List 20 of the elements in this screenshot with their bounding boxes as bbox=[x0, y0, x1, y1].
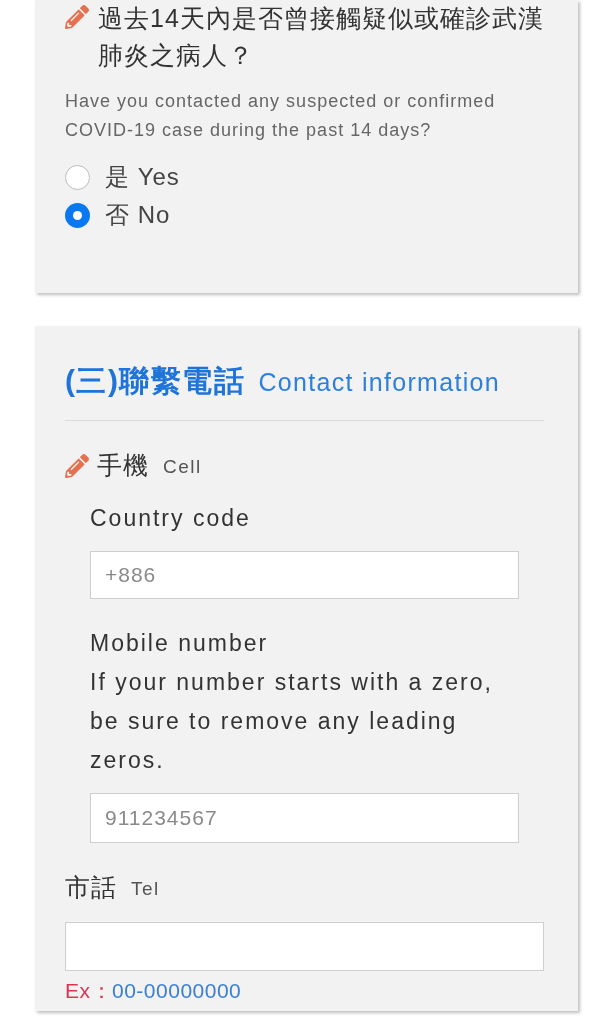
question-title: 過去14天內是否曾接觸疑似或確診武漢肺炎之病人？ bbox=[98, 3, 545, 71]
mobile-number-label: Mobile number bbox=[90, 629, 270, 658]
country-code-field[interactable]: +886 bbox=[90, 551, 519, 599]
example-number: 00-00000000 bbox=[112, 978, 242, 1005]
question-subtitle: Have you contacted any suspected or confirmed COVID-19 case during the past 14 days? bbox=[65, 90, 497, 142]
radio-button[interactable] bbox=[65, 202, 90, 228]
country-code-label: Country code bbox=[90, 504, 252, 533]
option-label: 是 Yes bbox=[105, 162, 180, 192]
example-label: Ex： bbox=[65, 978, 112, 1005]
section-title: (三)聯繫電話 bbox=[65, 363, 246, 399]
mobile-number-field[interactable]: 911234567 bbox=[90, 793, 519, 843]
field-label: 市話 bbox=[65, 872, 117, 904]
field-label-english: Cell bbox=[163, 455, 202, 480]
mobile-number-hint: If your number starts with a zero, be sure to remove any leading zeros. bbox=[90, 668, 494, 775]
field-label-english: Tel bbox=[131, 877, 160, 902]
radio-button[interactable] bbox=[65, 164, 90, 190]
tel-field[interactable] bbox=[65, 922, 544, 971]
field-label: 手機 bbox=[97, 450, 149, 482]
option-label: 否 No bbox=[105, 200, 171, 230]
section-subtitle: Contact information bbox=[258, 367, 500, 398]
